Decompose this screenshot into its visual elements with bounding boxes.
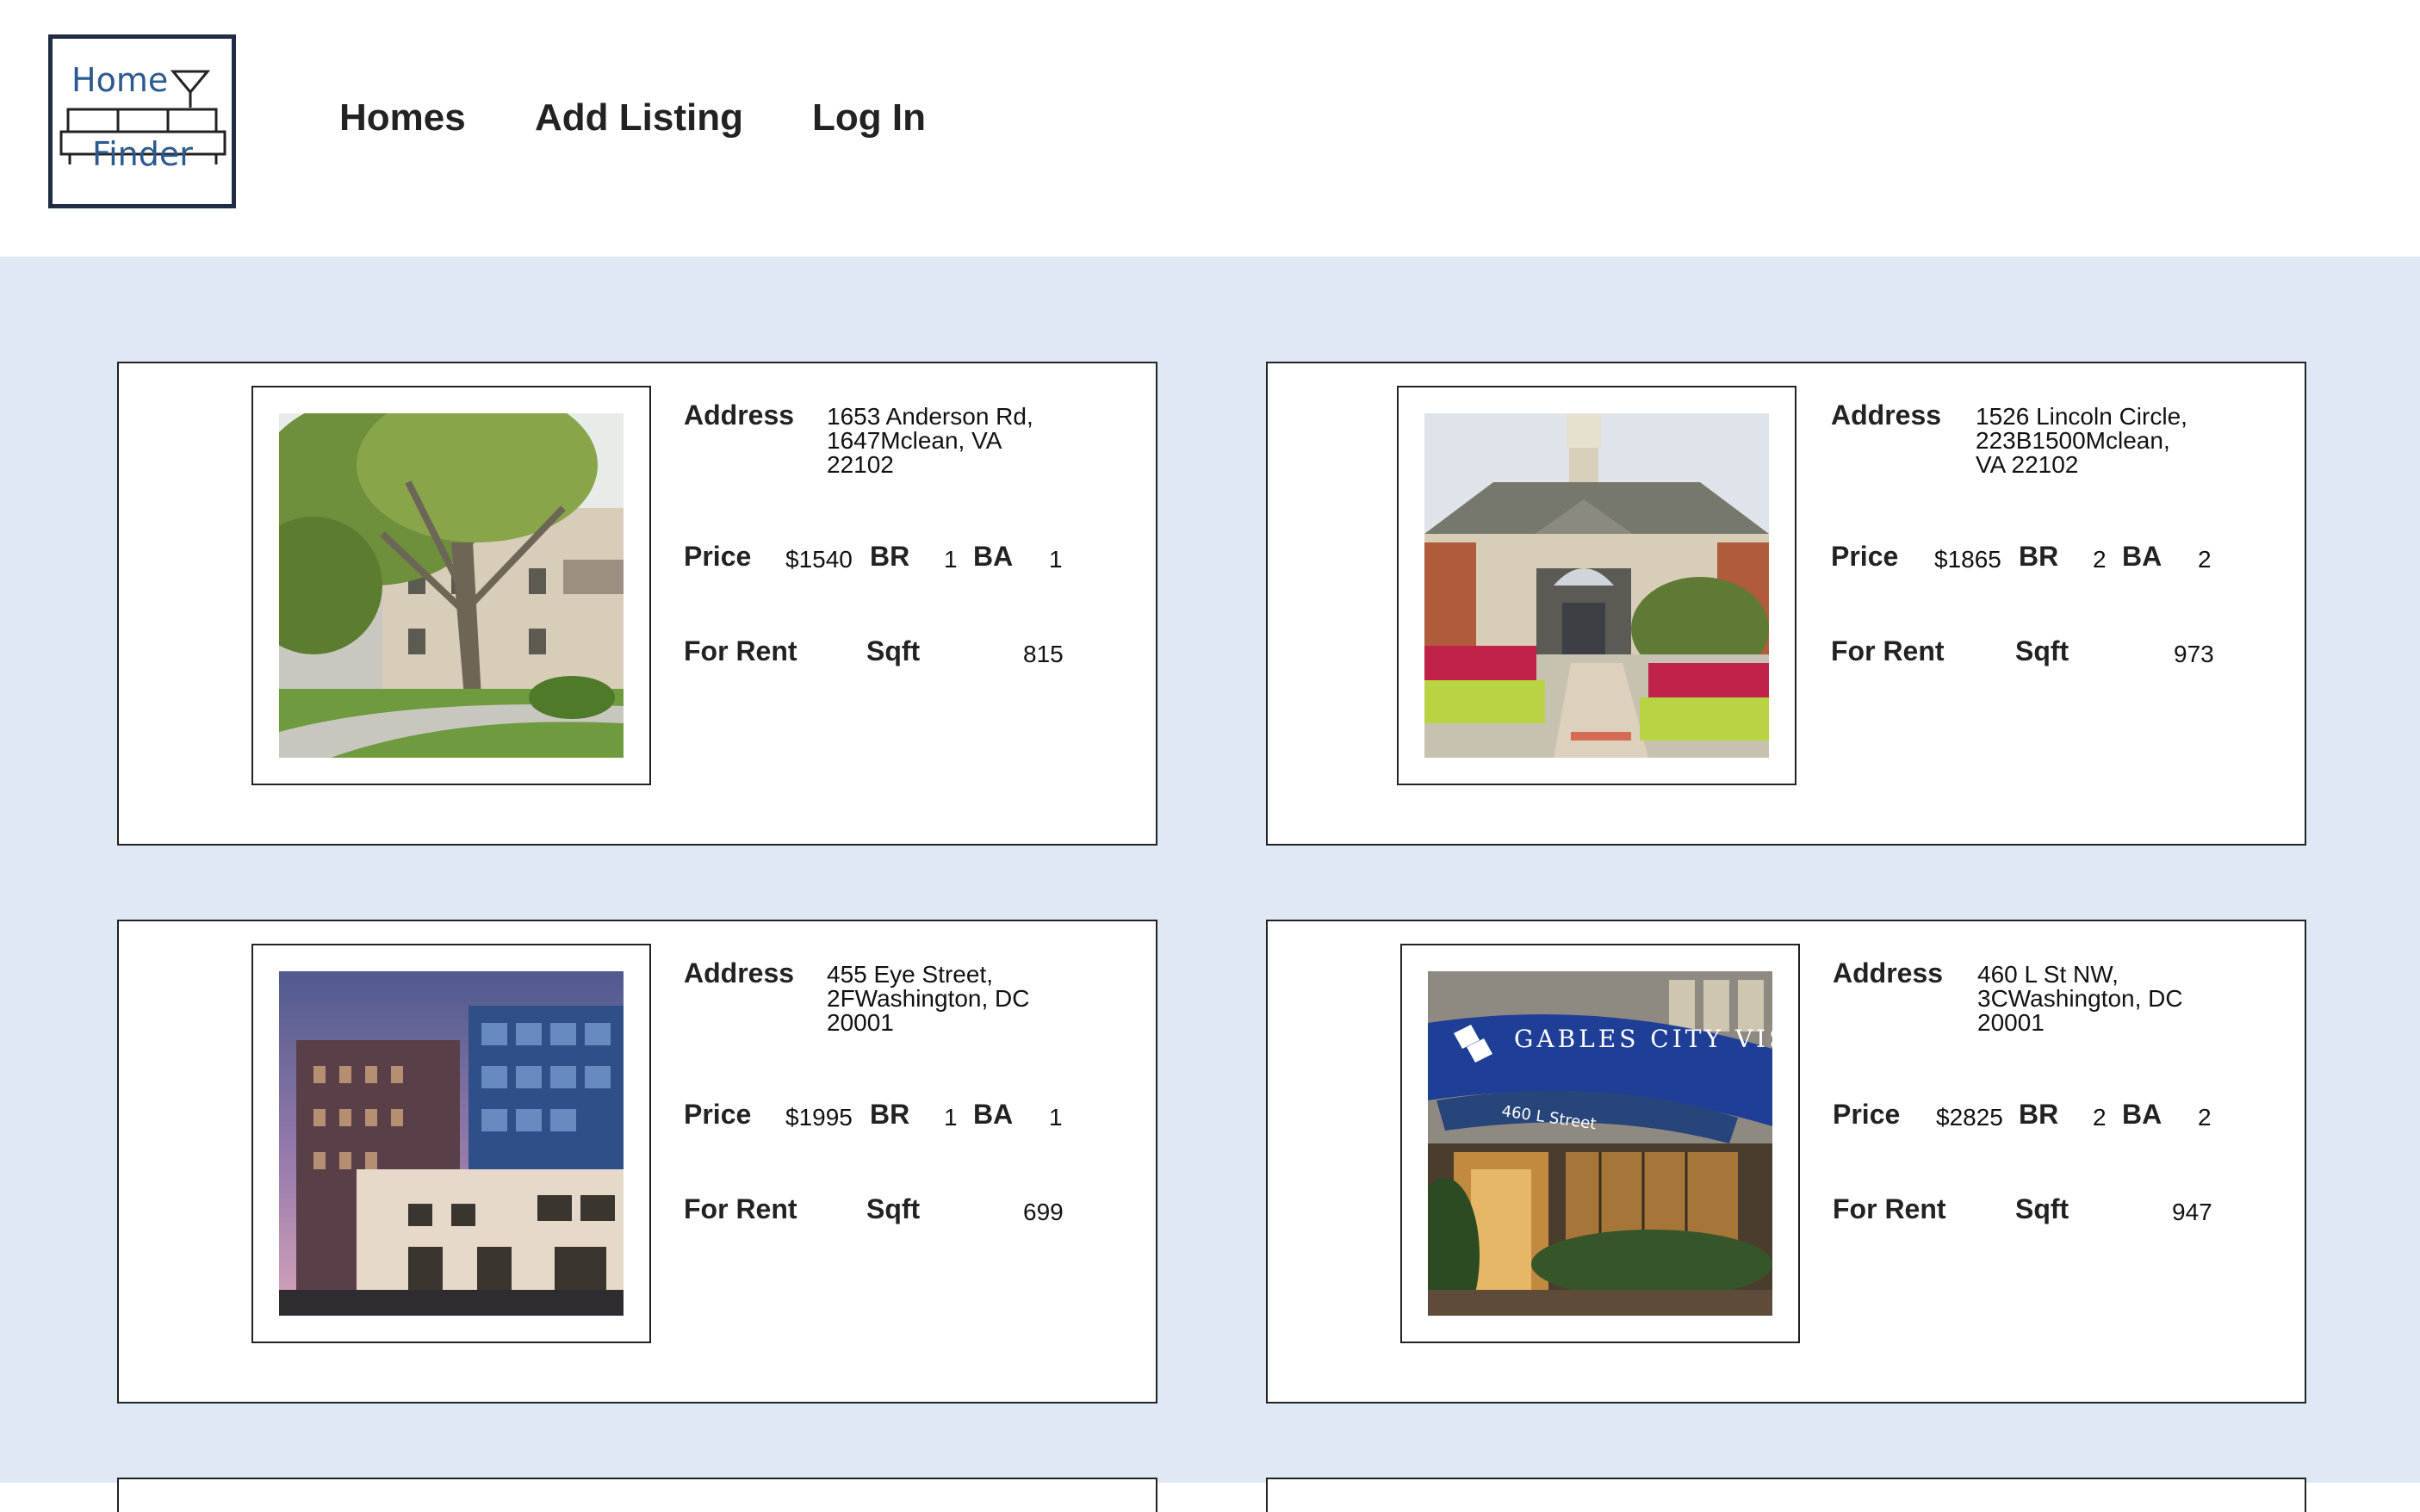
price-label: Price — [684, 1099, 752, 1130]
logo-text-home: Home — [71, 61, 169, 99]
sqft-value: 973 — [2174, 641, 2214, 667]
address-label: Address — [684, 957, 795, 988]
address-value: 460 L St NW, 3CWashington, DC 20001 — [1977, 961, 2183, 1036]
address-label: Address — [1831, 400, 1942, 431]
price-label: Price — [1833, 1099, 1901, 1130]
status-label: For Rent — [684, 1193, 797, 1224]
br-label: BR — [870, 1099, 910, 1130]
listing-card-partial[interactable] — [117, 1478, 1157, 1512]
sqft-label: Sqft — [866, 635, 921, 666]
status-label: For Rent — [1833, 1193, 1946, 1224]
price-label: Price — [1831, 541, 1899, 572]
photo-frame — [251, 386, 651, 785]
site-header: Home Finder Homes Add Listing Log In — [0, 0, 2420, 257]
price-label: Price — [684, 541, 752, 572]
nav-add-listing[interactable]: Add Listing — [535, 96, 743, 143]
sqft-value: 815 — [1023, 641, 1064, 667]
ba-value: 2 — [2198, 1104, 2212, 1131]
nav-log-in[interactable]: Log In — [812, 96, 926, 143]
listing-card[interactable]: GABLES CITY VISTA 460 L Street Address 4… — [1266, 920, 2306, 1404]
price-value: $2825 — [1936, 1104, 2003, 1131]
sqft-label: Sqft — [866, 1193, 921, 1224]
listing-card[interactable]: Address 1526 Lincoln Circle, 223B1500Mcl… — [1266, 362, 2306, 846]
address-value: 1653 Anderson Rd, 1647Mclean, VA 22102 — [827, 403, 1033, 478]
sqft-value: 699 — [1023, 1199, 1064, 1225]
modern-building-dusk-photo[interactable] — [279, 971, 624, 1316]
sqft-value: 947 — [2172, 1199, 2212, 1225]
listing-card[interactable]: Address 455 Eye Street, 2FWashington, DC… — [117, 920, 1157, 1404]
home-finder-logo[interactable]: Home Finder — [48, 34, 236, 208]
listing-card[interactable]: Address 1653 Anderson Rd, 1647Mclean, VA… — [117, 362, 1157, 846]
br-label: BR — [870, 541, 910, 572]
address-value: 1526 Lincoln Circle, 223B1500Mclean, VA … — [1976, 403, 2187, 478]
sqft-label: Sqft — [2015, 1193, 2069, 1224]
br-value: 2 — [2093, 1104, 2107, 1131]
ba-value: 1 — [1049, 1104, 1063, 1131]
address-label: Address — [684, 400, 795, 431]
photo-frame: GABLES CITY VISTA 460 L Street — [1400, 944, 1800, 1343]
canopy-sign: GABLES CITY VISTA — [1514, 1025, 1772, 1053]
br-value: 1 — [944, 1104, 958, 1131]
ba-value: 1 — [1049, 546, 1063, 573]
apartment-trees-photo[interactable] — [279, 413, 624, 758]
ba-label: BA — [973, 1099, 1014, 1130]
gables-city-vista-photo[interactable]: GABLES CITY VISTA 460 L Street — [1428, 971, 1772, 1316]
price-value: $1540 — [785, 546, 853, 573]
ba-label: BA — [973, 541, 1014, 572]
logo-text-finder: Finder — [92, 135, 193, 173]
br-value: 2 — [2093, 546, 2107, 573]
clubhouse-photo[interactable] — [1424, 413, 1769, 758]
br-value: 1 — [944, 546, 958, 573]
photo-frame — [1397, 386, 1796, 785]
address-label: Address — [1833, 957, 1944, 988]
sqft-label: Sqft — [2015, 635, 2069, 666]
status-label: For Rent — [684, 635, 797, 666]
price-value: $1865 — [1934, 546, 2001, 573]
br-label: BR — [2019, 541, 2059, 572]
ba-label: BA — [2122, 1099, 2162, 1130]
listing-card-partial[interactable] — [1266, 1478, 2306, 1512]
nav-homes[interactable]: Homes — [339, 96, 466, 143]
br-label: BR — [2019, 1099, 2059, 1130]
ba-value: 2 — [2198, 546, 2212, 573]
photo-frame — [251, 944, 651, 1343]
status-label: For Rent — [1831, 635, 1945, 666]
price-value: $1995 — [785, 1104, 853, 1131]
address-value: 455 Eye Street, 2FWashington, DC 20001 — [827, 961, 1030, 1036]
ba-label: BA — [2122, 541, 2162, 572]
